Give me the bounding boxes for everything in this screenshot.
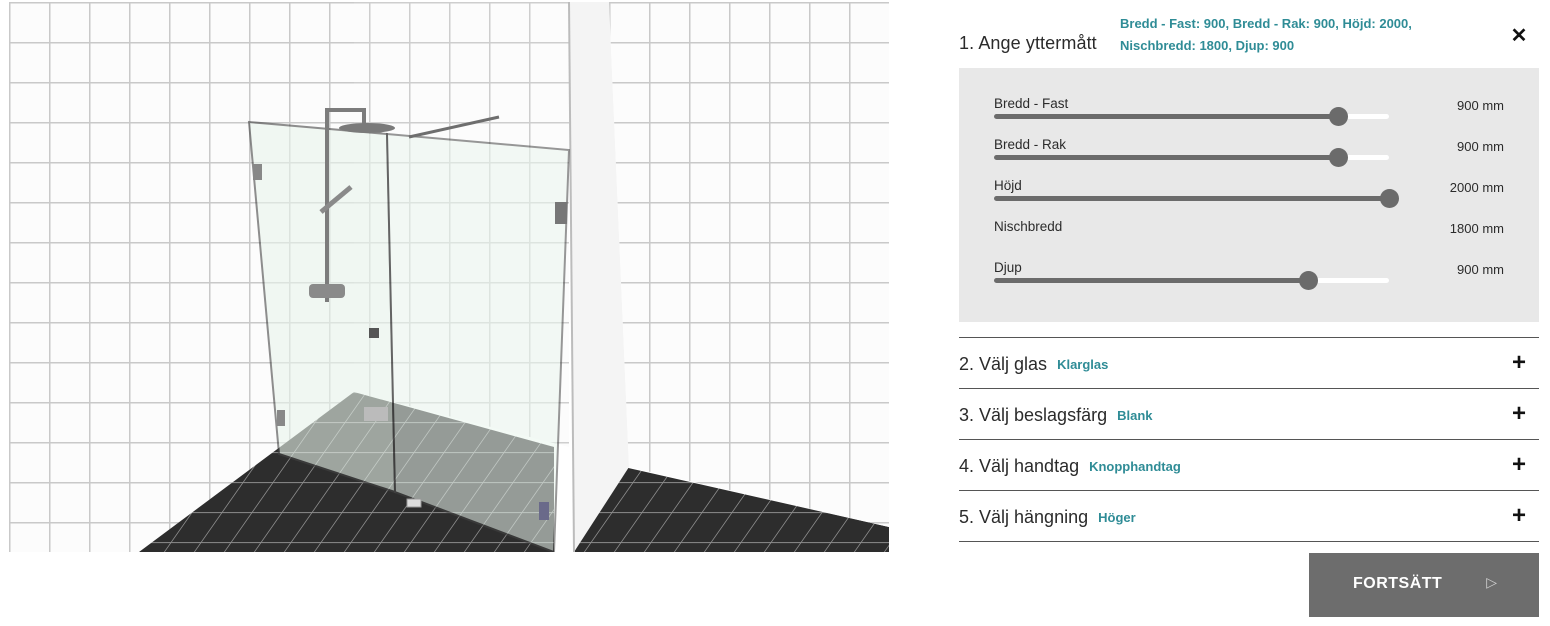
step-title-text: 3. Välj beslagsfärg bbox=[959, 405, 1108, 425]
slider-fill bbox=[994, 278, 1309, 283]
dimension-sliders: Bredd - Fast 900 mm Bredd - Rak 900 mm H… bbox=[959, 68, 1539, 322]
step-title-text: 5. Välj hängning bbox=[959, 507, 1089, 527]
step-5-hangning[interactable]: 5. Välj hängning Höger + bbox=[959, 490, 1539, 542]
step-title: 2. Välj glas Klarglas bbox=[959, 354, 1108, 375]
row-label: Nischbredd bbox=[994, 219, 1063, 234]
slider-thumb[interactable] bbox=[1299, 271, 1319, 290]
plus-icon[interactable]: + bbox=[1507, 504, 1531, 528]
slider-value: 2000 mm bbox=[1449, 180, 1504, 195]
close-icon[interactable]: ✕ bbox=[1507, 24, 1531, 48]
step-title-text: 2. Välj glas bbox=[959, 354, 1048, 374]
slider-track[interactable] bbox=[994, 148, 1389, 167]
plus-icon[interactable]: + bbox=[1507, 402, 1531, 426]
row-value: 1800 mm bbox=[1449, 221, 1504, 236]
slider-hojd: Höjd 2000 mm bbox=[994, 178, 1504, 219]
step-selection: Blank bbox=[1117, 408, 1153, 423]
configurator-panel: 1. Ange yttermått Bredd - Fast: 900, Bre… bbox=[959, 0, 1539, 542]
slider-fill bbox=[994, 114, 1338, 119]
slider-value: 900 mm bbox=[1457, 98, 1504, 113]
play-arrow-icon: ▷ bbox=[1486, 574, 1497, 590]
slider-fill bbox=[994, 196, 1389, 201]
step-selection: Knopphandtag bbox=[1089, 459, 1181, 474]
slider-label: Bredd - Rak bbox=[994, 137, 1067, 152]
step-title: 5. Välj hängning Höger bbox=[959, 507, 1136, 528]
step-1-summary: Bredd - Fast: 900, Bredd - Rak: 900, Höj… bbox=[1120, 16, 1412, 53]
plus-icon[interactable]: + bbox=[1507, 453, 1531, 477]
step-4-handtag[interactable]: 4. Välj handtag Knopphandtag + bbox=[959, 439, 1539, 490]
slider-fill bbox=[994, 155, 1338, 160]
slider-label: Höjd bbox=[994, 178, 1022, 193]
step-title-text: 4. Välj handtag bbox=[959, 456, 1080, 476]
step-selection: Klarglas bbox=[1057, 357, 1109, 372]
shower-scene bbox=[9, 2, 889, 552]
step-title: 3. Välj beslagsfärg Blank bbox=[959, 405, 1153, 426]
step-selection: Höger bbox=[1098, 510, 1136, 525]
slider-value: 900 mm bbox=[1457, 139, 1504, 154]
step-1-title: 1. Ange yttermått bbox=[959, 33, 1097, 53]
continue-label: FORTSÄTT bbox=[1353, 575, 1443, 592]
row-nischbredd: Nischbredd 1800 mm bbox=[994, 219, 1504, 260]
slider-label: Djup bbox=[994, 260, 1022, 275]
slider-track[interactable] bbox=[994, 189, 1399, 208]
slider-bredd-fast: Bredd - Fast 900 mm bbox=[994, 96, 1504, 137]
step-1-header[interactable]: 1. Ange yttermått Bredd - Fast: 900, Bre… bbox=[959, 0, 1539, 68]
step-2-glas[interactable]: 2. Välj glas Klarglas + bbox=[959, 337, 1539, 388]
slider-djup: Djup 900 mm bbox=[994, 260, 1504, 301]
slider-label: Bredd - Fast bbox=[994, 96, 1069, 111]
slider-thumb[interactable] bbox=[1328, 148, 1348, 167]
slider-thumb[interactable] bbox=[1328, 107, 1348, 126]
continue-button[interactable]: FORTSÄTT ▷ bbox=[1309, 553, 1539, 617]
slider-bredd-rak: Bredd - Rak 900 mm bbox=[994, 137, 1504, 178]
slider-thumb[interactable] bbox=[1380, 189, 1399, 208]
shower-3d-preview[interactable] bbox=[9, 2, 889, 552]
slider-track[interactable] bbox=[994, 107, 1389, 126]
slider-value: 900 mm bbox=[1457, 262, 1504, 277]
step-3-beslagsfarg[interactable]: 3. Välj beslagsfärg Blank + bbox=[959, 388, 1539, 439]
plus-icon[interactable]: + bbox=[1507, 351, 1531, 375]
step-title: 4. Välj handtag Knopphandtag bbox=[959, 456, 1181, 477]
slider-track[interactable] bbox=[994, 271, 1389, 290]
